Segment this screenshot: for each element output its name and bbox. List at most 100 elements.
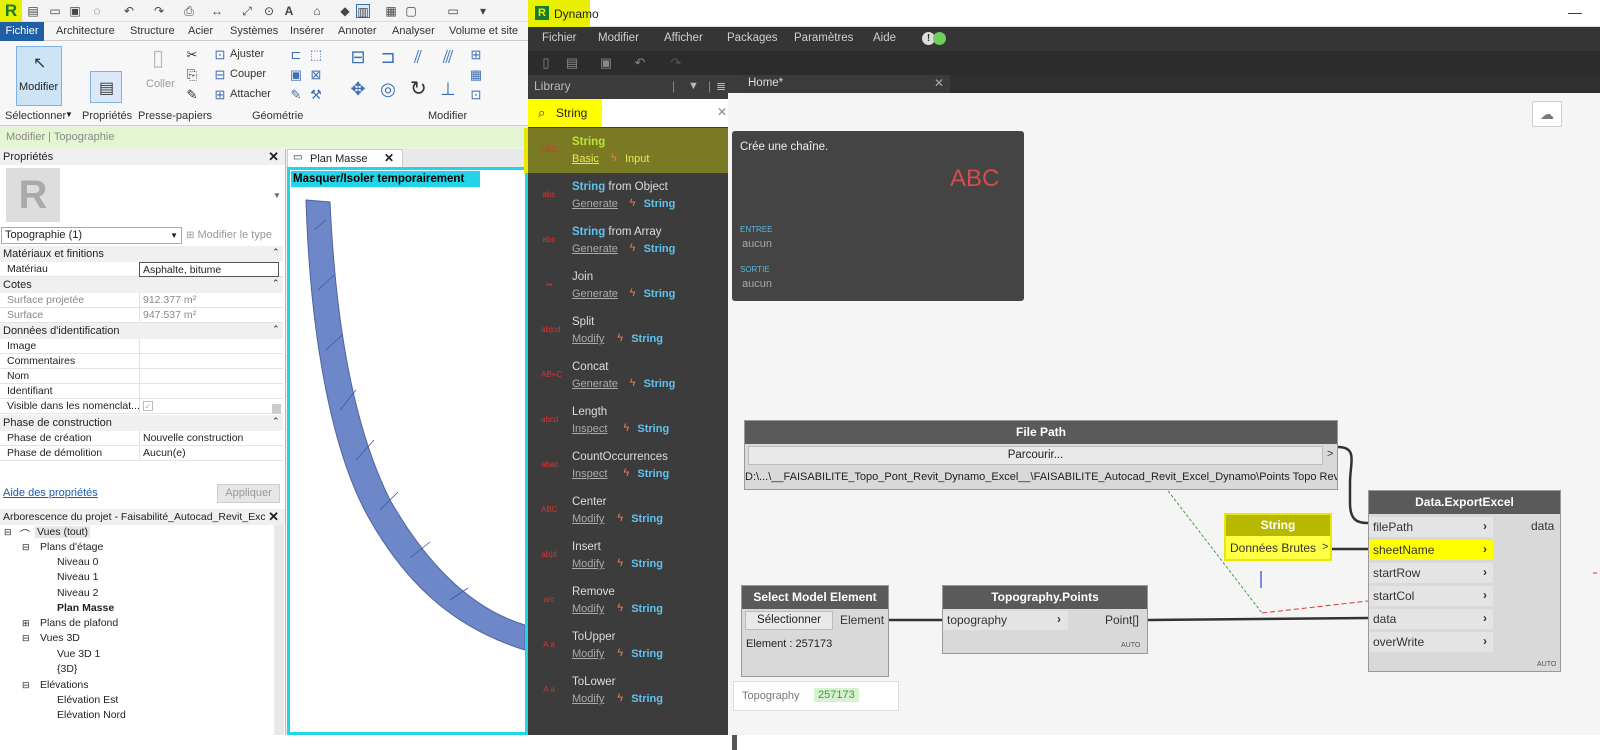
properties-scrollbar[interactable] — [272, 404, 281, 414]
text-icon[interactable]: A — [282, 4, 296, 18]
library-item[interactable]: A a ToUpper Modify ϟ String — [528, 623, 732, 668]
item-category[interactable]: Modify — [572, 333, 604, 345]
close-icon[interactable]: ✕ — [934, 76, 944, 90]
item-category[interactable]: Generate — [572, 198, 618, 210]
node-data-export-excel[interactable]: Data.ExportExcel filePath › sheetName › st… — [1368, 490, 1561, 672]
prop-row-phase-creation[interactable]: Phase de création Nouvelle construction — [0, 431, 283, 446]
save-icon[interactable]: ▣ — [598, 55, 614, 71]
new-file-icon[interactable]: ▯ — [538, 55, 554, 71]
prop-value[interactable] — [139, 339, 279, 354]
mirror-draw-icon[interactable]: ⫻ — [440, 48, 456, 66]
tree-item-elevations[interactable]: Elévations — [40, 679, 88, 691]
library-item[interactable]: ABC Center Modify ϟ String — [528, 488, 732, 533]
close-hidden-icon[interactable]: ▦ — [384, 4, 398, 18]
output-port[interactable]: > — [1322, 541, 1328, 553]
redo-icon[interactable]: ↷ — [668, 55, 684, 71]
menu-fichier[interactable]: Fichier — [542, 32, 577, 44]
item-category[interactable]: Modify — [572, 693, 604, 705]
revit-logo[interactable]: R — [0, 0, 22, 22]
open-icon[interactable]: ▭ — [48, 4, 62, 18]
mirror-axis-icon[interactable]: ⫽ — [410, 48, 426, 66]
split-icon[interactable]: ⊞ — [468, 47, 484, 63]
prop-row-commentaires[interactable]: Commentaires — [0, 354, 283, 369]
library-search[interactable]: ⌕ String ✕ — [528, 99, 740, 127]
tab-structure[interactable]: Structure — [130, 25, 175, 37]
tree-item-plan-masse[interactable]: Plan Masse — [57, 602, 114, 614]
tree-item-elevation-nord[interactable]: Elévation Nord — [57, 709, 126, 721]
output-port-data[interactable]: data — [1531, 519, 1554, 533]
search-input[interactable]: String — [556, 106, 587, 120]
geometry-tool-1-icon[interactable]: ⊏ — [288, 47, 304, 63]
tree-item-plans-etage[interactable]: Plans d'étage — [40, 541, 103, 553]
tree-item-plans-plafond[interactable]: Plans de plafond — [40, 617, 118, 629]
tree-item-vue-3d-1[interactable]: Vue 3D 1 — [57, 648, 100, 660]
item-category[interactable]: Basic — [572, 153, 599, 165]
prop-row-identifiant[interactable]: Identifiant — [0, 384, 283, 399]
input-port-filepath[interactable]: filePath › — [1369, 517, 1493, 537]
item-category[interactable]: Inspect — [572, 468, 607, 480]
select-button[interactable]: Sélectionner — [745, 611, 833, 630]
prop-row-nom[interactable]: Nom — [0, 369, 283, 384]
join-icon[interactable]: ⊞ — [212, 87, 228, 103]
undo-icon[interactable]: ↶ — [632, 55, 648, 71]
section-dims[interactable]: Cotes — [0, 277, 283, 293]
copy-icon[interactable]: ⎘ — [184, 67, 200, 83]
geometry-tool-4-icon[interactable]: ⊠ — [308, 67, 324, 83]
filter-icon[interactable]: ▼ — [688, 75, 699, 97]
tree-item-niveau-0[interactable]: Niveau 0 — [57, 556, 98, 568]
collapse-icon[interactable]: ⌃ — [272, 416, 280, 427]
library-item[interactable]: A a ToLower Modify ϟ String — [528, 668, 732, 713]
open-file-icon[interactable]: ▤ — [564, 55, 580, 71]
prop-value[interactable] — [139, 354, 279, 369]
visible-checkbox[interactable]: ✓ — [139, 399, 279, 414]
rotate-icon[interactable]: ↻ — [410, 79, 427, 99]
dimension-icon[interactable]: ⤢ — [240, 4, 254, 18]
edit-type-button[interactable]: ⊞ Modifier le type — [186, 227, 282, 244]
help-link[interactable]: Aide des propriétés — [3, 487, 98, 499]
collapse-icon[interactable]: ⌃ — [272, 247, 280, 258]
item-category[interactable]: Generate — [572, 243, 618, 255]
collapse-icon[interactable]: ⊟ — [22, 633, 30, 644]
tab-analyser[interactable]: Analyser — [392, 25, 435, 37]
tab-architecture[interactable]: Architecture — [56, 25, 115, 37]
item-category[interactable]: Modify — [572, 513, 604, 525]
sync-icon[interactable]: ◌ — [90, 4, 104, 18]
input-port-topography[interactable]: topography › — [943, 611, 1068, 630]
collapse-icon[interactable]: ⊟ — [22, 680, 30, 691]
3d-view-icon[interactable]: ⌂ — [310, 4, 324, 18]
topography-shape[interactable] — [290, 170, 525, 732]
prop-value[interactable]: Aucun(e) — [139, 446, 279, 461]
minimize-icon[interactable]: — — [1568, 4, 1582, 20]
thin-lines-icon[interactable]: ▥ — [356, 4, 370, 19]
prop-value[interactable]: Nouvelle construction — [139, 431, 279, 446]
tab-acier[interactable]: Acier — [188, 25, 213, 37]
array-icon[interactable]: ▦ — [468, 67, 484, 83]
item-category[interactable]: Generate — [572, 288, 618, 300]
document-icon[interactable]: ▤ — [26, 4, 40, 18]
item-category[interactable]: Modify — [572, 603, 604, 615]
offset-icon[interactable]: ⊐ — [380, 48, 396, 66]
qat-dropdown-icon[interactable]: ▾ — [476, 4, 490, 18]
tab-fichier[interactable]: Fichier — [0, 22, 44, 41]
scale-icon[interactable]: ⊡ — [468, 87, 484, 103]
print-icon[interactable]: ⎙ — [182, 4, 196, 18]
graph-canvas[interactable]: ☁ Crée une chaîne. ABC ENTREE aucun SORT… — [728, 93, 1600, 735]
modify-button[interactable]: ↖ Modifier — [16, 46, 62, 106]
menu-packages[interactable]: Packages — [727, 32, 778, 44]
input-port-sheetname[interactable]: sheetName › — [1369, 540, 1493, 560]
panel-selectionner[interactable]: Sélectionner — [5, 110, 66, 122]
library-item[interactable]: ab|d Insert Modify ϟ String — [528, 533, 732, 578]
tree-item-vues-3d[interactable]: Vues 3D — [40, 632, 80, 644]
align-icon[interactable]: ⊟ — [350, 48, 366, 66]
section-identity[interactable]: Données d'identification — [0, 323, 283, 339]
tree-item-niveau-2[interactable]: Niveau 2 — [57, 587, 98, 599]
collapse-icon[interactable]: ⌃ — [272, 278, 280, 289]
prop-value[interactable] — [139, 384, 279, 399]
view-canvas[interactable]: Masquer/Isoler temporairement — [287, 167, 528, 735]
tab-annoter[interactable]: Annoter — [338, 25, 377, 37]
attacher-label[interactable]: Attacher — [230, 88, 271, 100]
menu-afficher[interactable]: Afficher — [664, 32, 703, 44]
library-item[interactable]: abcd Length Inspect ϟ String — [528, 398, 732, 443]
cut-geometry-icon[interactable]: ⊟ — [212, 67, 228, 83]
tab-volume-et-site[interactable]: Volume et site — [449, 25, 518, 37]
